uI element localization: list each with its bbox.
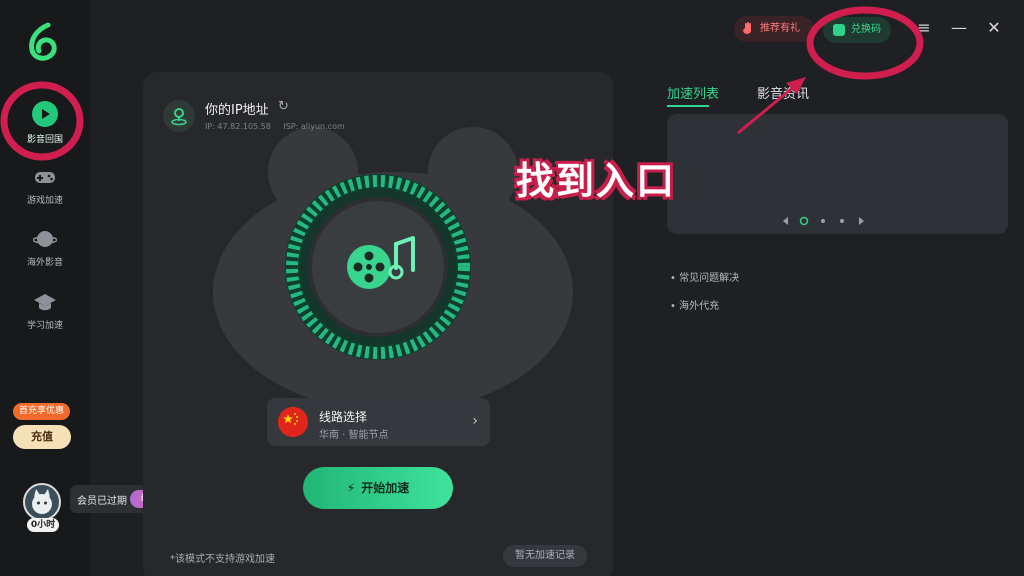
redeem-code-icon bbox=[833, 24, 845, 36]
ip-address-title: 你的IP地址 bbox=[205, 103, 269, 118]
sidebar-item-overseas-video[interactable]: 海外影音 bbox=[0, 227, 90, 283]
link-faq-label: 常见问题解决 bbox=[679, 273, 740, 284]
start-label: 开始加速 bbox=[361, 481, 410, 495]
film-reel-music-icon bbox=[285, 174, 471, 360]
carousel-dot bbox=[821, 219, 825, 223]
sidebar-item-label: 游戏加速 bbox=[26, 196, 63, 206]
sidebar-item-game-boost[interactable]: 游戏加速 bbox=[0, 165, 90, 221]
ip-details: IP: 47.82.105.58 ISP: aliyun.com bbox=[205, 122, 355, 131]
carousel-dot-active bbox=[799, 216, 809, 226]
gamepad-icon bbox=[35, 172, 55, 183]
annotation-text: 找到入口 bbox=[516, 159, 677, 203]
sidebar-item-video-return[interactable]: 影音回国 bbox=[0, 101, 90, 157]
isp-value: ISP: aliyun.com bbox=[283, 122, 345, 131]
avatar-cat-icon bbox=[32, 489, 52, 514]
sidebar-item-label: 影音回国 bbox=[26, 135, 63, 145]
link-overseas-recharge-label: 海外代充 bbox=[679, 301, 720, 312]
acceleration-log-button[interactable]: 暂无加速记录 bbox=[503, 545, 587, 567]
recharge-button[interactable]: 充值 bbox=[13, 425, 71, 449]
link-faq[interactable]: • 常见问题解决 bbox=[670, 269, 739, 284]
sidebar-item-label: 海外影音 bbox=[26, 258, 63, 268]
carousel-prev-icon bbox=[783, 217, 788, 225]
carousel-dot bbox=[840, 219, 844, 223]
sidebar-item-label: 学习加速 bbox=[26, 321, 63, 331]
minimize-icon[interactable]: — bbox=[949, 18, 969, 38]
redeem-code-button[interactable]: 兑换码 bbox=[823, 17, 891, 43]
recommend-gift-button[interactable]: 推荐有礼 bbox=[734, 16, 814, 42]
china-flag-icon bbox=[278, 407, 308, 437]
menu-icon[interactable]: ≡ bbox=[914, 18, 934, 38]
refresh-icon[interactable]: ↻ bbox=[278, 100, 292, 114]
tab-acceleration-list[interactable]: 加速列表 bbox=[667, 83, 719, 107]
planet-icon bbox=[33, 231, 57, 247]
location-pin-icon bbox=[163, 100, 195, 132]
start-acceleration-button[interactable]: ⚡ 开始加速 bbox=[303, 467, 453, 509]
lightning-icon: ⚡ bbox=[346, 481, 356, 495]
app-logo-icon bbox=[29, 22, 57, 61]
close-icon[interactable]: ✕ bbox=[984, 18, 1004, 38]
avatar[interactable] bbox=[23, 483, 61, 521]
route-title: 线路选择 bbox=[319, 410, 368, 424]
sidebar-item-study-boost[interactable]: 学习加速 bbox=[0, 290, 90, 346]
ip-value: IP: 47.82.105.58 bbox=[205, 122, 271, 131]
chevron-right-icon: › bbox=[472, 413, 478, 429]
hand-gift-icon bbox=[743, 22, 752, 35]
tab-video-news[interactable]: 影音资讯 bbox=[757, 83, 809, 102]
carousel-pagination[interactable] bbox=[781, 215, 871, 227]
link-overseas-recharge[interactable]: • 海外代充 bbox=[670, 297, 719, 312]
graduation-cap-icon bbox=[34, 294, 56, 311]
carousel-next-icon bbox=[859, 217, 864, 225]
redeem-label: 兑换码 bbox=[851, 24, 881, 35]
recommend-label: 推荐有礼 bbox=[760, 23, 800, 34]
member-status-text: 会员已过期 bbox=[77, 496, 127, 507]
route-selector[interactable]: 线路选择 华南 · 智能节点 › bbox=[267, 398, 490, 446]
mode-footnote: *该模式不支持游戏加速 bbox=[170, 554, 275, 565]
remaining-hours-badge: 0小时 bbox=[27, 518, 59, 532]
route-node: 华南 · 智能节点 bbox=[319, 430, 389, 441]
play-icon bbox=[32, 101, 58, 127]
first-recharge-promo-badge: 首充享优惠 bbox=[13, 403, 71, 420]
